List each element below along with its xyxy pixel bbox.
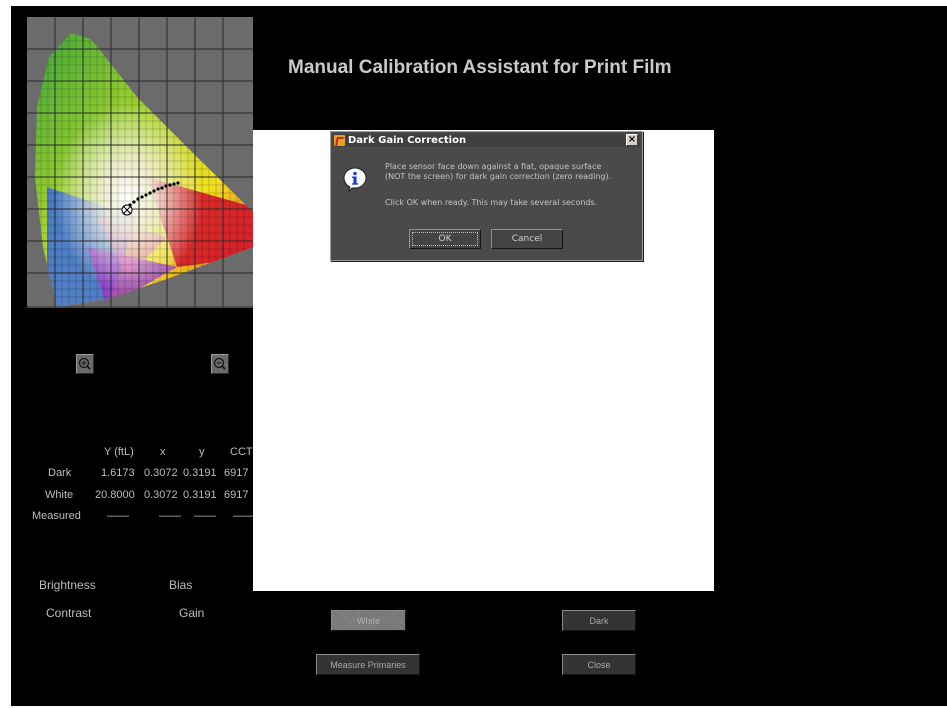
dialog-line-1: Place sensor face down against a flat, o… bbox=[385, 162, 602, 171]
brightness-label: Brightness bbox=[39, 578, 96, 592]
cancel-button[interactable]: Cancel bbox=[491, 229, 563, 249]
measured-x: —— bbox=[159, 510, 181, 522]
measured-cct: —— bbox=[233, 510, 255, 522]
dark-yc: 0.3191 bbox=[183, 467, 217, 479]
close-button[interactable]: Close bbox=[562, 654, 636, 675]
zoom-in-button[interactable] bbox=[76, 354, 94, 374]
dark-y: 1.6173 bbox=[101, 467, 135, 479]
dark-cct: 6917 bbox=[224, 467, 249, 479]
dialog-title: Dark Gain Correction bbox=[348, 135, 467, 146]
row-label-measured: Measured bbox=[32, 510, 81, 522]
app-screen: Manual Calibration Assistant for Print F… bbox=[11, 6, 947, 706]
zoom-out-icon bbox=[213, 357, 226, 370]
contrast-label: Contrast bbox=[46, 606, 92, 620]
info-icon bbox=[343, 167, 367, 197]
chromaticity-svg bbox=[27, 17, 253, 308]
dark-x: 0.3072 bbox=[144, 467, 178, 479]
white-point-marker bbox=[121, 204, 133, 216]
white-y: 20.8000 bbox=[95, 489, 135, 501]
chromaticity-diagram bbox=[27, 17, 253, 308]
col-header-x: x bbox=[160, 446, 166, 458]
zoom-in-icon bbox=[78, 357, 91, 370]
dialog-titlebar: Dark Gain Correction × bbox=[333, 134, 640, 147]
col-header-yc: y bbox=[199, 446, 205, 458]
white-button[interactable]: White bbox=[331, 610, 406, 631]
gain-label: Gain bbox=[179, 606, 205, 620]
zoom-out-button[interactable] bbox=[211, 354, 229, 374]
dialog-line-3: Click OK when ready. This may take sever… bbox=[385, 198, 598, 207]
white-x: 0.3072 bbox=[144, 489, 178, 501]
dialog-close-button[interactable]: × bbox=[626, 134, 638, 146]
dark-button[interactable]: Dark bbox=[562, 610, 636, 631]
dark-gain-dialog: Dark Gain Correction × Place sensor face… bbox=[330, 131, 643, 261]
white-cct: 6917 bbox=[224, 489, 249, 501]
bias-label: Bias bbox=[169, 578, 193, 592]
col-header-cct: CCT bbox=[230, 446, 253, 458]
col-header-y: Y (ftL) bbox=[104, 446, 134, 458]
measured-y: —— bbox=[107, 510, 129, 522]
measure-primaries-button[interactable]: Measure Primaries bbox=[316, 654, 420, 675]
row-label-white: White bbox=[45, 489, 74, 501]
ok-button[interactable]: OK bbox=[409, 229, 481, 249]
measured-yc: —— bbox=[194, 510, 216, 522]
dialog-line-2: (NOT the screen) for dark gain correctio… bbox=[385, 172, 612, 181]
row-label-dark: Dark bbox=[48, 467, 72, 479]
kodak-logo-icon bbox=[334, 135, 345, 146]
page-title: Manual Calibration Assistant for Print F… bbox=[288, 57, 672, 78]
white-yc: 0.3191 bbox=[183, 489, 217, 501]
